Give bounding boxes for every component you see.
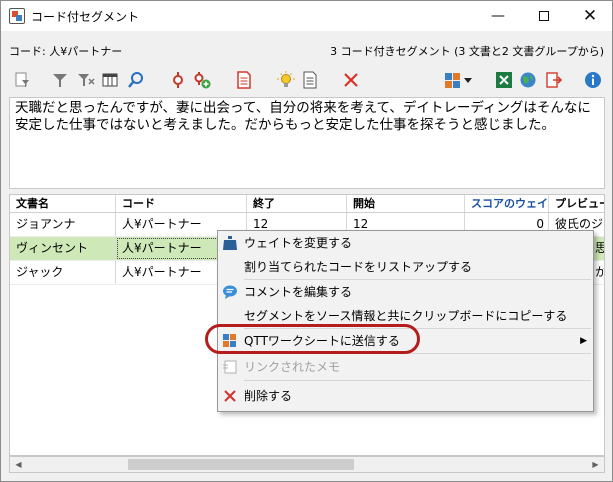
scroll-left-icon[interactable]: ◀ [10, 457, 27, 472]
list-icon[interactable] [301, 71, 319, 89]
horizontal-scrollbar[interactable]: ◀ ▶ [9, 456, 605, 473]
lightbulb-icon[interactable] [277, 71, 295, 89]
search-icon[interactable] [127, 71, 145, 89]
excel-icon[interactable] [495, 71, 513, 89]
comment-icon [222, 284, 238, 300]
toolbar [1, 63, 612, 97]
menu-item-delete[interactable]: 削除する [218, 384, 593, 408]
web-export-icon[interactable] [519, 71, 537, 89]
column-header[interactable]: スコアのウェイト [465, 195, 549, 212]
columns-icon[interactable] [101, 71, 119, 89]
code-add-icon[interactable] [193, 71, 211, 89]
memo-icon [222, 359, 238, 375]
menu-item-change-weight[interactable]: ウェイトを変更する [218, 231, 593, 255]
code-info: コード: 人¥パートナー [9, 45, 123, 58]
cell-document: ヴィンセント [10, 237, 116, 260]
delete-icon [222, 388, 238, 404]
menu-item-edit-comment[interactable]: コメントを編集する [218, 280, 593, 304]
qtt-dropdown-icon[interactable] [444, 71, 474, 89]
column-header[interactable]: コード [116, 195, 247, 212]
context-menu: ウェイトを変更する 割り当てられたコードをリストアップする コメントを編集する … [217, 230, 594, 412]
cell-document: ジャック [10, 261, 116, 284]
app-icon [9, 8, 25, 24]
delete-icon[interactable] [342, 71, 360, 89]
document-icon[interactable] [235, 71, 253, 89]
clear-filter-icon[interactable] [77, 71, 95, 89]
title-bar: コード付セグメント — ✕ [1, 1, 612, 31]
info-icon[interactable] [584, 71, 602, 89]
submenu-arrow-icon: ▶ [580, 336, 587, 346]
window-title: コード付セグメント [31, 10, 140, 24]
page-filter-icon[interactable] [13, 71, 31, 89]
column-header[interactable]: プレビュー [549, 195, 604, 212]
export-icon[interactable] [545, 71, 563, 89]
code-branch-icon[interactable] [169, 71, 187, 89]
menu-item-list-codes[interactable]: 割り当てられたコードをリストアップする [218, 255, 593, 279]
column-header[interactable]: 開始 [347, 195, 465, 212]
menu-item-linked-memo: リンクされたメモ [218, 355, 593, 379]
close-button[interactable]: ✕ [567, 1, 613, 31]
maximize-button[interactable] [521, 1, 567, 31]
column-header[interactable]: 文書名 [10, 195, 116, 212]
annotation-highlight-ring [205, 324, 420, 354]
menu-separator [244, 380, 591, 381]
segment-count: 3 コード付きセグメント (3 文書と2 文書グループから) [330, 45, 604, 58]
info-bar: コード: 人¥パートナー 3 コード付きセグメント (3 文書と2 文書グループ… [1, 31, 612, 63]
column-header[interactable]: 終了 [247, 195, 347, 212]
cell-document: ジョアンナ [10, 213, 116, 236]
table-header: 文書名 コード 終了 開始 スコアのウェイト プレビュー [10, 195, 604, 213]
filter-icon[interactable] [51, 71, 69, 89]
scrollbar-thumb[interactable] [128, 459, 354, 470]
weight-icon [222, 235, 238, 251]
scroll-right-icon[interactable]: ▶ [587, 457, 604, 472]
minimize-button[interactable]: — [475, 1, 521, 31]
segment-text[interactable]: 天職だと思ったんですが、妻に出会って、自分の将来を考えて、デイトレーディングはそ… [9, 97, 605, 189]
